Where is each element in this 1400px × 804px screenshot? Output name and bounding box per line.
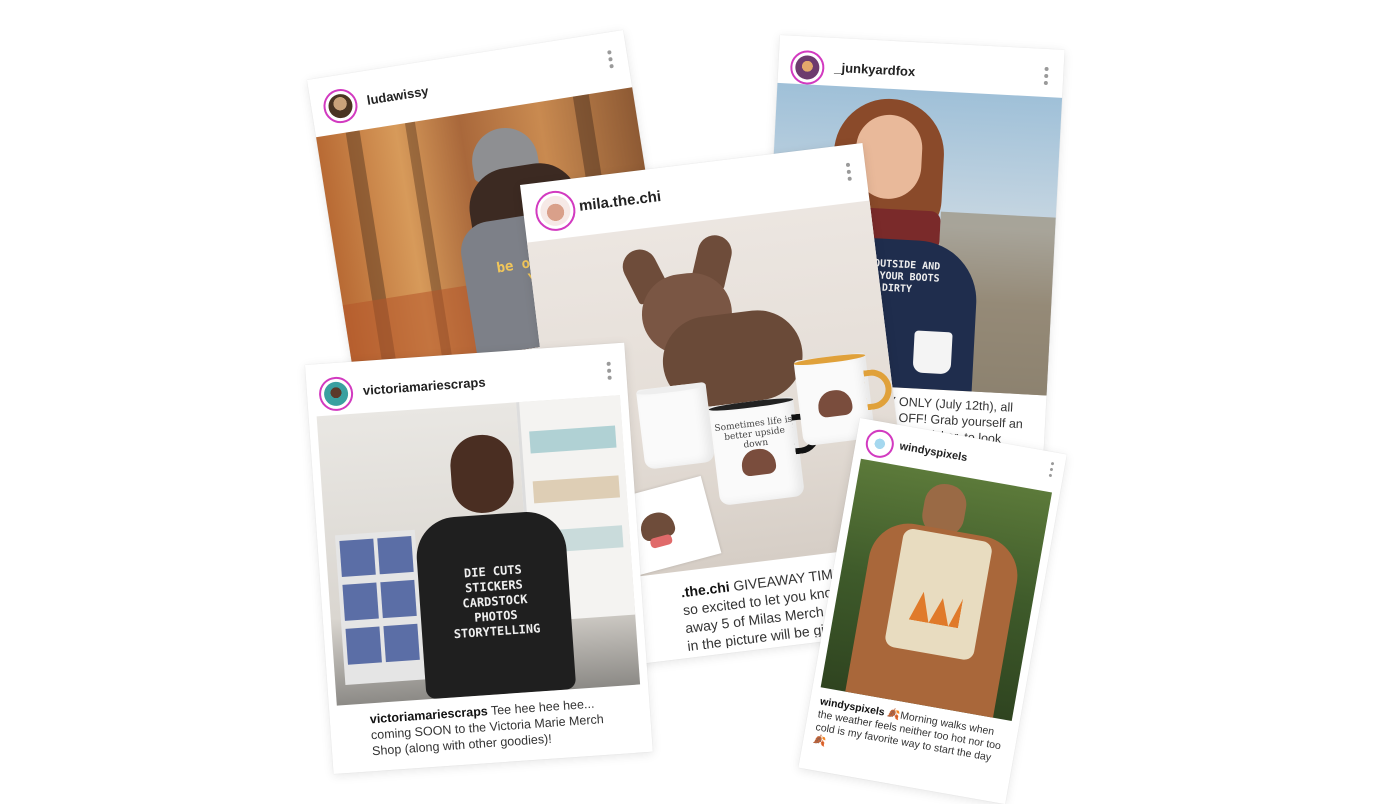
- username[interactable]: victoriamariescraps: [362, 374, 486, 398]
- post-card-victoriamariescraps: victoriamariescraps DIE CUTS STICKERS CA…: [305, 342, 653, 775]
- more-options-icon[interactable]: [1043, 66, 1050, 87]
- post-caption: victoriamariescraps Tee hee hee hee... c…: [369, 693, 632, 766]
- more-options-icon[interactable]: [1046, 461, 1055, 483]
- avatar[interactable]: [789, 49, 826, 86]
- more-options-icon[interactable]: [845, 162, 853, 184]
- more-options-icon[interactable]: [606, 361, 613, 382]
- mug: Sometimes life is better upside down: [708, 396, 822, 506]
- post-photo[interactable]: [820, 458, 1052, 721]
- avatar[interactable]: [863, 427, 897, 461]
- avatar[interactable]: [321, 86, 360, 126]
- more-options-icon[interactable]: [606, 50, 615, 71]
- avatar[interactable]: [533, 188, 578, 234]
- shirt-text: DIE CUTS STICKERS CARDSTOCK PHOTOS STORY…: [438, 561, 553, 643]
- username[interactable]: ludawissy: [366, 83, 430, 108]
- avatar[interactable]: [317, 375, 355, 413]
- username[interactable]: mila.the.chi: [578, 188, 662, 215]
- mug: [635, 381, 716, 470]
- caption-body: Tee hee hee hee... coming SOON to the Vi…: [370, 696, 605, 759]
- post-photo[interactable]: DIE CUTS STICKERS CARDSTOCK PHOTOS STORY…: [316, 395, 641, 706]
- username[interactable]: windyspixels: [899, 440, 969, 464]
- username[interactable]: _junkyardfox: [834, 60, 916, 79]
- caption-body: 🍂Morning walks when the weather feels ne…: [812, 707, 1002, 764]
